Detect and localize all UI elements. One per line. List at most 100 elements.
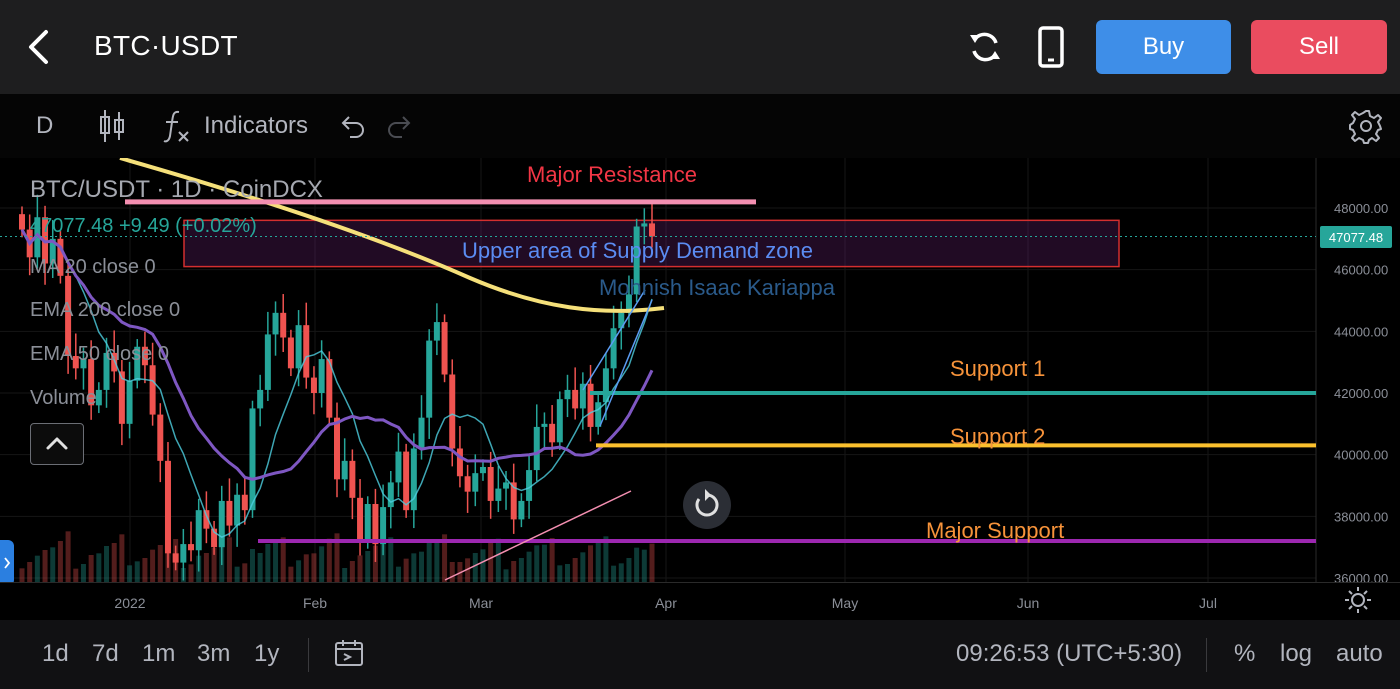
volume-bar <box>541 544 547 582</box>
volume-bar <box>572 558 578 582</box>
volume-bar <box>88 555 94 582</box>
volume-bar <box>142 558 148 582</box>
candle-type-icon[interactable] <box>98 106 126 146</box>
log-toggle[interactable]: log <box>1280 640 1312 668</box>
volume-bar <box>257 553 263 582</box>
reset-chart-button[interactable] <box>683 481 731 529</box>
chart-settings-gear-icon[interactable] <box>1348 106 1384 146</box>
candle-body <box>387 482 394 508</box>
volume-bar <box>411 553 417 582</box>
volume-bar <box>65 531 71 582</box>
candle-body <box>487 467 494 501</box>
drawing-panel-handle[interactable] <box>0 540 14 586</box>
percent-toggle[interactable]: % <box>1234 640 1255 668</box>
candle-body <box>126 380 133 424</box>
channel-line-lower <box>599 299 653 427</box>
candle-body <box>426 340 433 418</box>
candle-body <box>318 359 325 393</box>
auto-toggle[interactable]: auto <box>1336 640 1383 668</box>
candle-body <box>533 426 540 471</box>
price-axis-tick: 36000.00 <box>1334 571 1388 582</box>
volume-bar <box>419 551 425 582</box>
volume-bar <box>234 566 240 582</box>
volume-bar <box>557 565 563 582</box>
volume-bar <box>426 541 432 582</box>
price-axis-tick: 42000.00 <box>1334 386 1388 401</box>
volume-bar <box>203 553 209 582</box>
candle-body <box>19 214 25 230</box>
legend-ema50[interactable]: EMA 50 close 0 <box>30 343 169 366</box>
volume-bar <box>434 543 440 582</box>
legend-ma20[interactable]: MA 20 close 0 <box>30 256 156 279</box>
collapse-legend-button[interactable] <box>30 423 84 465</box>
volume-bar <box>311 553 317 582</box>
volume-bar <box>104 546 110 582</box>
volume-bar <box>134 561 140 582</box>
candle-body <box>295 325 302 369</box>
volume-bar <box>157 545 163 582</box>
volume-bar <box>296 560 302 582</box>
price-axis-tick: 40000.00 <box>1334 448 1388 463</box>
candle-body <box>518 500 525 520</box>
pair-title: BTC·USDT <box>94 30 238 61</box>
legend-ema200[interactable]: EMA 200 close 0 <box>30 299 180 322</box>
candle-body <box>249 408 256 511</box>
time-axis-tick: Feb <box>303 595 327 611</box>
volume-bar <box>580 552 586 582</box>
candle-body <box>280 312 287 338</box>
candle-body <box>403 451 410 511</box>
sell-button[interactable]: Sell <box>1251 20 1387 74</box>
time-axis-tick: Apr <box>655 595 677 611</box>
volume-bar <box>249 549 255 582</box>
candle-body <box>418 417 425 449</box>
volume-bar <box>357 555 363 582</box>
volume-bar <box>226 537 232 582</box>
candle-body <box>172 553 179 563</box>
candle-body <box>549 423 556 443</box>
annotation-major-support: Major Support <box>926 518 1065 543</box>
date-range-icon[interactable] <box>334 638 364 675</box>
volume-bar <box>242 563 248 582</box>
candle-body <box>541 423 548 427</box>
candle-body <box>164 460 171 554</box>
buy-button[interactable]: Buy <box>1096 20 1231 74</box>
candle-body <box>257 389 264 409</box>
sun-theme-icon[interactable] <box>1344 586 1372 614</box>
clock-timezone[interactable]: 09:26:53 (UTC+5:30) <box>956 640 1182 668</box>
undo-icon[interactable] <box>338 106 366 146</box>
volume-bar <box>649 543 655 582</box>
interval-button[interactable]: D <box>36 106 53 146</box>
indicators-button[interactable]: Indicators <box>162 106 308 146</box>
range-1m[interactable]: 1m <box>142 640 175 668</box>
time-axis[interactable]: 2022 Feb Mar Apr May Jun Jul <box>0 582 1400 620</box>
candle-body <box>372 504 379 545</box>
range-7d[interactable]: 7d <box>92 640 119 668</box>
volume-bar <box>449 562 455 582</box>
volume-bar <box>564 564 570 582</box>
range-1y[interactable]: 1y <box>254 640 279 668</box>
phone-rotate-icon[interactable] <box>1030 26 1072 68</box>
volume-bar <box>595 542 601 582</box>
annotation-support-2: Support 2 <box>950 424 1046 449</box>
volume-bar <box>518 558 524 582</box>
volume-bar <box>326 538 332 582</box>
legend-volume[interactable]: Volume <box>30 387 97 410</box>
separator <box>308 638 309 672</box>
chart-area[interactable]: 48000.00 46000.00 44000.00 42000.00 40000.00… <box>0 158 1400 620</box>
time-axis-tick: May <box>832 595 858 611</box>
annotation-supply-zone: Upper area of Supply Demand zone <box>462 238 813 263</box>
volume-bar <box>50 547 56 582</box>
time-axis-tick: 2022 <box>114 595 145 611</box>
back-arrow-icon[interactable] <box>22 26 58 68</box>
chart-toolbar: D Indicators <box>0 94 1400 160</box>
range-3m[interactable]: 3m <box>197 640 230 668</box>
price-axis-tick: 46000.00 <box>1334 263 1388 278</box>
candle-body <box>310 377 317 393</box>
volume-bar <box>618 563 624 582</box>
volume-bar <box>265 544 271 582</box>
volume-bar <box>503 569 509 582</box>
refresh-icon[interactable] <box>964 26 1006 68</box>
range-1d[interactable]: 1d <box>42 640 69 668</box>
redo-icon[interactable] <box>386 106 414 146</box>
volume-bar <box>42 550 48 582</box>
